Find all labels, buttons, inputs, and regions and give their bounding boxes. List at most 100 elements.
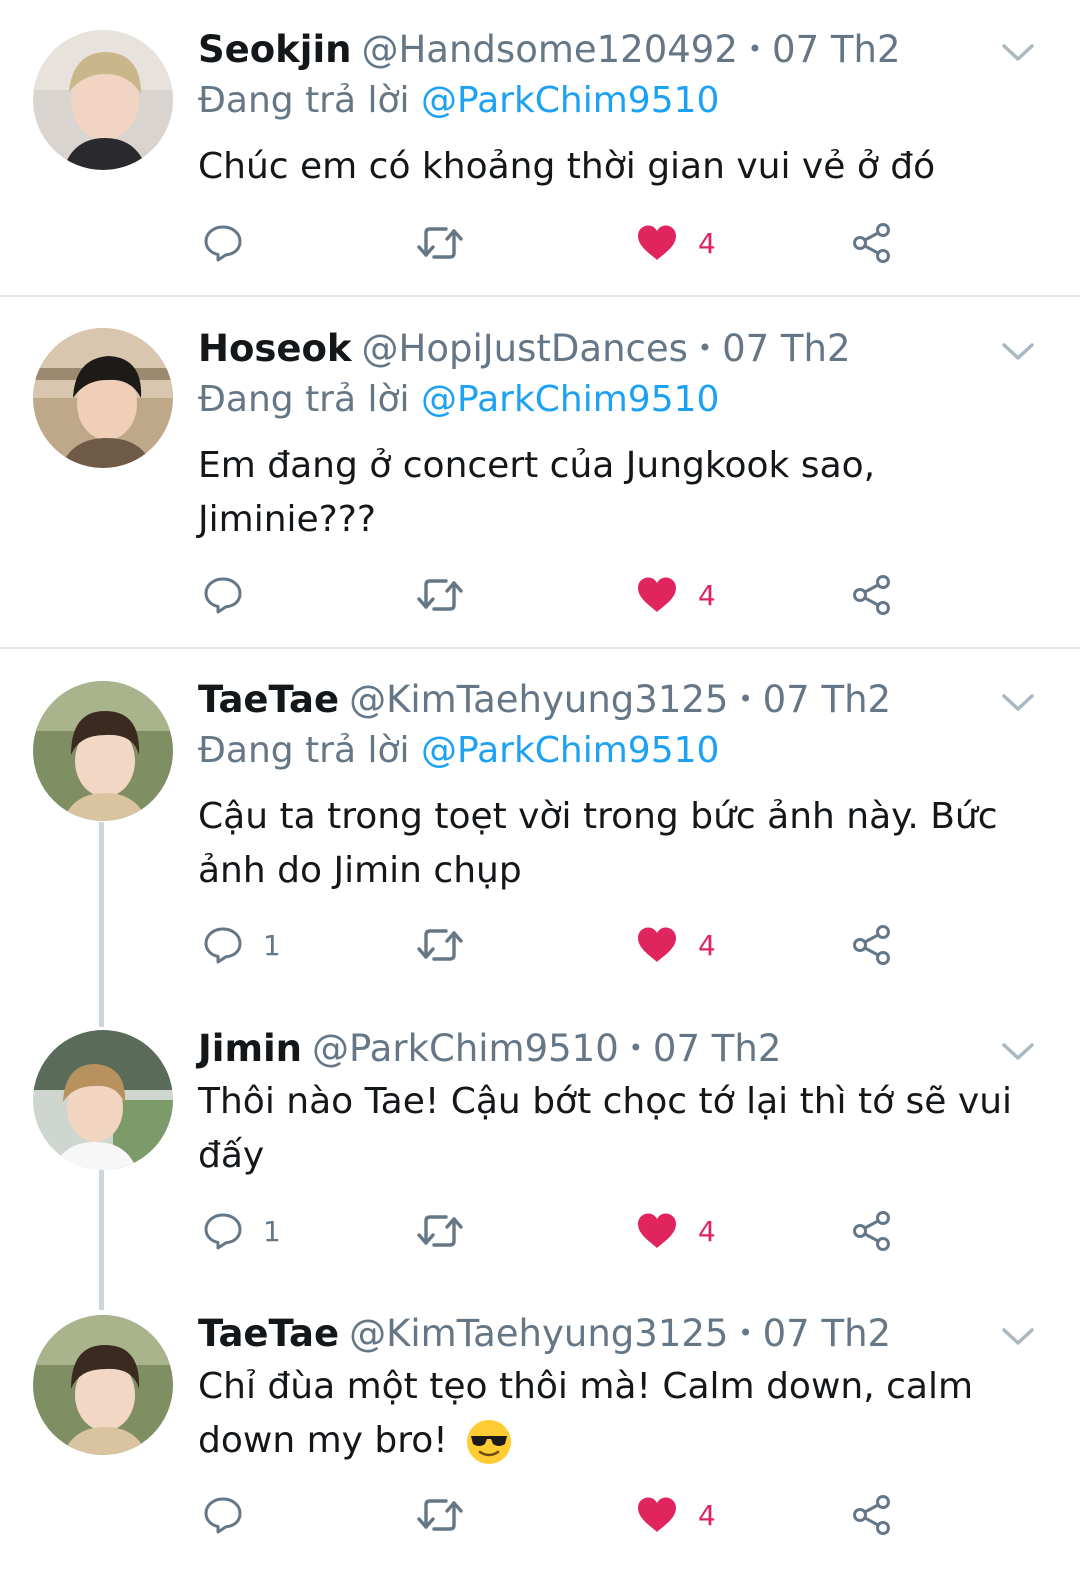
- avatar[interactable]: [33, 1315, 173, 1455]
- replying-to: Đang trả lời @ParkChim9510: [198, 379, 719, 420]
- tweet-header: Hoseok @HopiJustDances • 07 Th2: [198, 322, 851, 374]
- share-button[interactable]: [851, 213, 893, 273]
- avatar[interactable]: [33, 328, 173, 468]
- share-button[interactable]: [851, 565, 893, 625]
- replying-to-label: Đang trả lời: [198, 80, 410, 121]
- like-count: 4: [698, 578, 716, 612]
- timestamp[interactable]: 07 Th2: [772, 28, 900, 71]
- tweet-taetae[interactable]: TaeTae @KimTaehyung3125 • 07 Th2 Đang tr…: [0, 649, 1080, 1029]
- chevron-down-icon[interactable]: [1000, 34, 1036, 70]
- like-button[interactable]: 4: [636, 213, 716, 273]
- tweet-actions: 4: [198, 565, 918, 625]
- tweet-seokjin[interactable]: Seokjin @Handsome120492 • 07 Th2 Đang tr…: [0, 0, 1080, 296]
- username[interactable]: @KimTaehyung3125: [349, 1312, 728, 1355]
- retweet-icon: [417, 929, 463, 961]
- like-count: 4: [698, 1498, 716, 1532]
- timestamp[interactable]: 07 Th2: [653, 1027, 781, 1070]
- retweet-button[interactable]: [416, 565, 464, 625]
- tweet-header: Seokjin @Handsome120492 • 07 Th2: [198, 23, 900, 75]
- retweet-icon: [417, 227, 463, 259]
- like-button[interactable]: 4: [636, 1201, 716, 1261]
- timestamp[interactable]: 07 Th2: [722, 327, 850, 370]
- replying-to: Đang trả lời @ParkChim9510: [198, 730, 719, 771]
- like-count: 4: [698, 226, 716, 260]
- like-count: 4: [698, 928, 716, 962]
- like-button[interactable]: 4: [636, 915, 716, 975]
- replying-to-mention[interactable]: @ParkChim9510: [421, 730, 719, 771]
- separator-dot: •: [697, 334, 713, 362]
- tweet-jimin[interactable]: Jimin @ParkChim9510 • 07 Th2 Thôi nào Ta…: [0, 1000, 1080, 1300]
- heart-icon: [638, 927, 676, 962]
- share-icon: [853, 223, 890, 263]
- reply-icon: [204, 1497, 242, 1534]
- tweet-header: TaeTae @KimTaehyung3125 • 07 Th2: [198, 673, 891, 725]
- tweet-text: Chúc em có khoảng thời gian vui vẻ ở đó: [198, 146, 936, 187]
- display-name[interactable]: Jimin: [198, 1027, 302, 1070]
- retweet-icon: [417, 1215, 463, 1247]
- reply-icon: [204, 225, 242, 262]
- reply-button[interactable]: 1: [203, 915, 281, 975]
- heart-icon: [638, 1213, 676, 1248]
- username[interactable]: @Handsome120492: [361, 28, 737, 71]
- username[interactable]: @KimTaehyung3125: [349, 678, 728, 721]
- reply-icon: [204, 927, 242, 964]
- share-button[interactable]: [851, 915, 893, 975]
- tweet-actions: 4: [198, 213, 918, 273]
- like-button[interactable]: 4: [636, 565, 716, 625]
- retweet-button[interactable]: [416, 915, 464, 975]
- display-name[interactable]: TaeTae: [198, 1312, 339, 1355]
- replying-to-mention[interactable]: @ParkChim9510: [421, 379, 719, 420]
- reply-button[interactable]: [203, 565, 263, 625]
- replying-to-label: Đang trả lời: [198, 379, 410, 420]
- tweet-taetae-reply[interactable]: TaeTae @KimTaehyung3125 • 07 Th2 Chỉ đùa…: [0, 1285, 1080, 1582]
- reply-icon: [204, 577, 242, 614]
- retweet-button[interactable]: [416, 1201, 464, 1261]
- share-button[interactable]: [851, 1201, 893, 1261]
- reply-count: 1: [263, 1214, 281, 1248]
- tweet-header: Jimin @ParkChim9510 • 07 Th2: [198, 1022, 781, 1074]
- retweet-icon: [417, 1499, 463, 1531]
- reply-count: 1: [263, 928, 281, 962]
- share-icon: [853, 1211, 890, 1251]
- chevron-down-icon[interactable]: [1000, 684, 1036, 720]
- tweet-actions: 4: [198, 1485, 918, 1545]
- tweet-text-content: Chỉ đùa một tẹo thôi mà! Calm down, calm…: [198, 1366, 974, 1461]
- chevron-down-icon[interactable]: [1000, 333, 1036, 369]
- chevron-down-icon[interactable]: [1000, 1033, 1036, 1069]
- tweet-hoseok[interactable]: Hoseok @HopiJustDances • 07 Th2 Đang trả…: [0, 297, 1080, 647]
- share-icon: [853, 925, 890, 965]
- avatar[interactable]: [33, 681, 173, 821]
- separator-dot: •: [738, 685, 753, 713]
- avatar[interactable]: [33, 30, 173, 170]
- timestamp[interactable]: 07 Th2: [763, 678, 891, 721]
- like-count: 4: [698, 1214, 716, 1248]
- display-name[interactable]: Seokjin: [198, 28, 351, 71]
- chevron-down-icon[interactable]: [1000, 1318, 1036, 1354]
- username[interactable]: @HopiJustDances: [362, 327, 688, 370]
- replying-to: Đang trả lời @ParkChim9510: [198, 80, 719, 121]
- tweet-text: Cậu ta trong toẹt vời trong bức ảnh này.…: [198, 796, 998, 891]
- heart-icon: [638, 225, 676, 260]
- separator-dot: •: [747, 35, 763, 63]
- tweet-text: Em đang ở concert của Jungkook sao, Jimi…: [198, 445, 876, 540]
- reply-button[interactable]: [203, 1485, 263, 1545]
- heart-icon: [638, 1497, 676, 1532]
- reply-icon: [204, 1213, 242, 1250]
- display-name[interactable]: TaeTae: [198, 678, 339, 721]
- timestamp[interactable]: 07 Th2: [763, 1312, 891, 1355]
- sunglasses-emoji: [467, 1420, 512, 1464]
- reply-button[interactable]: 1: [203, 1201, 281, 1261]
- share-icon: [853, 1495, 890, 1535]
- replying-to-mention[interactable]: @ParkChim9510: [421, 80, 719, 121]
- avatar[interactable]: [33, 1030, 173, 1170]
- separator-dot: •: [738, 1319, 753, 1347]
- like-button[interactable]: 4: [636, 1485, 716, 1545]
- share-button[interactable]: [851, 1485, 893, 1545]
- tweet-header: TaeTae @KimTaehyung3125 • 07 Th2: [198, 1307, 891, 1359]
- tweet-text: Chỉ đùa một tẹo thôi mà! Calm down, calm…: [198, 1360, 998, 1468]
- retweet-button[interactable]: [416, 213, 464, 273]
- reply-button[interactable]: [203, 213, 263, 273]
- retweet-button[interactable]: [416, 1485, 464, 1545]
- username[interactable]: @ParkChim9510: [312, 1027, 619, 1070]
- display-name[interactable]: Hoseok: [198, 327, 352, 370]
